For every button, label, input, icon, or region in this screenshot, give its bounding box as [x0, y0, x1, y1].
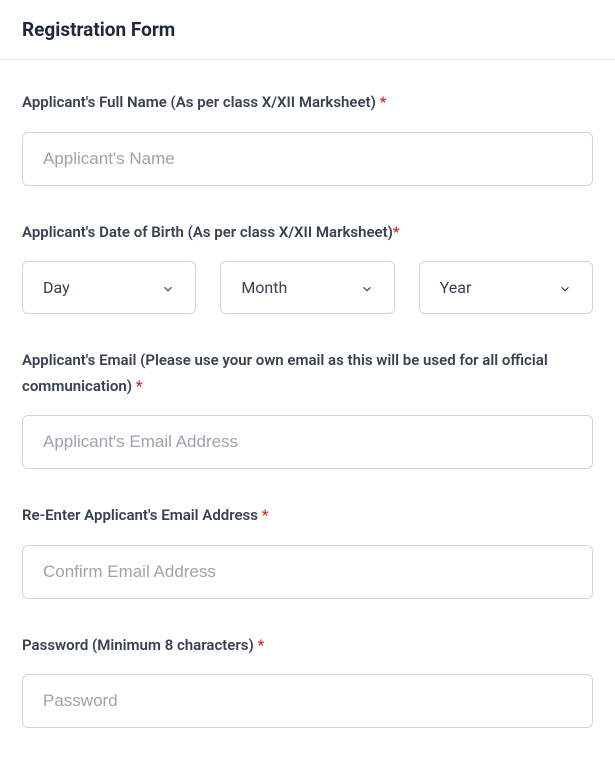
confirm-email-label: Re-Enter Applicant's Email Address *	[22, 503, 593, 529]
day-select-value: Day	[43, 278, 70, 297]
required-marker: *	[257, 636, 264, 654]
chevron-down-icon	[161, 281, 175, 295]
required-marker: *	[262, 506, 269, 524]
day-select-wrapper: Day	[22, 261, 196, 314]
label-text: Applicant's Date of Birth (As per class …	[22, 223, 393, 241]
year-select[interactable]: Year	[419, 261, 593, 314]
chevron-down-icon	[360, 281, 374, 295]
date-selectors: Day Month Year	[22, 261, 593, 314]
chevron-down-icon	[558, 281, 572, 295]
month-select-wrapper: Month	[220, 261, 394, 314]
full-name-label: Applicant's Full Name (As per class X/XI…	[22, 90, 593, 116]
email-label: Applicant's Email (Please use your own e…	[22, 348, 593, 399]
label-text: Applicant's Email (Please use your own e…	[22, 351, 548, 395]
form-header: Registration Form	[0, 0, 615, 60]
confirm-email-input[interactable]	[22, 545, 593, 599]
dob-group: Applicant's Date of Birth (As per class …	[22, 220, 593, 315]
password-group: Password (Minimum 8 characters) *	[22, 633, 593, 729]
dob-label: Applicant's Date of Birth (As per class …	[22, 220, 593, 246]
year-select-wrapper: Year	[419, 261, 593, 314]
label-text: Re-Enter Applicant's Email Address	[22, 506, 262, 524]
registration-form: Applicant's Full Name (As per class X/XI…	[0, 60, 615, 772]
required-marker: *	[393, 223, 400, 241]
password-input[interactable]	[22, 674, 593, 728]
required-marker: *	[136, 377, 143, 395]
confirm-email-group: Re-Enter Applicant's Email Address *	[22, 503, 593, 599]
year-select-value: Year	[440, 278, 472, 297]
full-name-input[interactable]	[22, 132, 593, 186]
label-text: Password (Minimum 8 characters)	[22, 636, 257, 654]
password-label: Password (Minimum 8 characters) *	[22, 633, 593, 659]
label-text: Applicant's Full Name (As per class X/XI…	[22, 93, 380, 111]
day-select[interactable]: Day	[22, 261, 196, 314]
email-input[interactable]	[22, 415, 593, 469]
month-select-value: Month	[241, 278, 287, 297]
email-group: Applicant's Email (Please use your own e…	[22, 348, 593, 469]
required-marker: *	[380, 93, 387, 111]
page-title: Registration Form	[22, 18, 593, 41]
month-select[interactable]: Month	[220, 261, 394, 314]
full-name-group: Applicant's Full Name (As per class X/XI…	[22, 90, 593, 186]
